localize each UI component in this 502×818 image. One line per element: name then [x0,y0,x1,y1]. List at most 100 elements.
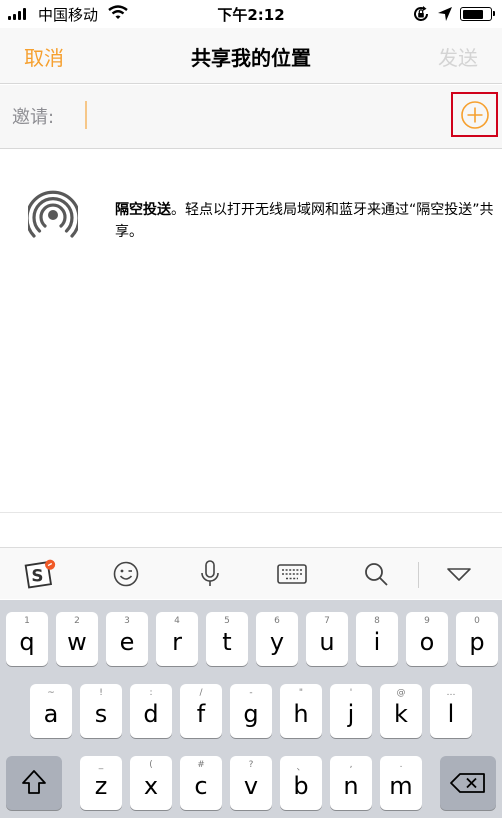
battery-icon [460,7,495,21]
key-l[interactable]: … l [430,684,472,738]
key-t[interactable]: 5t [206,612,248,666]
key-label: m [389,772,413,800]
key-secondary-label: 0 [474,616,480,626]
key-f[interactable]: / f [180,684,222,738]
key-label: w [67,628,87,656]
key-z[interactable]: _ z [80,756,122,810]
key-e[interactable]: 3e [106,612,148,666]
key-h[interactable]: " h [280,684,322,738]
key-secondary-label: 9 [424,616,430,626]
svg-text:S: S [31,566,43,586]
key-j[interactable]: ' j [330,684,372,738]
key-b[interactable]: 、 b [280,756,322,810]
key-secondary-label: ( [149,760,153,770]
key-label: b [293,772,309,800]
keyboard-switch-button[interactable] [276,558,308,590]
key-label: a [43,700,59,728]
key-x[interactable]: (x [130,756,172,810]
key-label: l [447,700,455,728]
voice-input-button[interactable] [194,558,226,590]
key-label: j [347,700,355,728]
chevron-down-icon [447,568,471,581]
text-cursor [85,101,87,129]
key-m[interactable]: .m [380,756,422,810]
key-secondary-label: 3 [124,616,130,626]
delete-key[interactable] [440,756,496,810]
send-button[interactable]: 发送 [438,42,478,71]
key-q[interactable]: 1q [6,612,48,666]
key-label: z [94,772,108,800]
key-label: v [243,772,259,800]
key-label: c [194,772,208,800]
keyboard-toolbar: S [0,547,502,599]
key-secondary-label: … [446,688,456,698]
airdrop-description[interactable]: 隔空投送。轻点以打开无线局域网和蓝牙来通过“隔空投送”共享。 [115,199,495,243]
keyboard-icon [277,564,307,584]
key-label: r [172,628,182,656]
key-u[interactable]: 7u [306,612,348,666]
navigation-bar: 取消 共享我的位置 发送 [0,28,502,84]
key-d[interactable]: :d [130,684,172,738]
sogou-logo-icon: S [24,559,56,589]
key-n[interactable]: ,n [330,756,372,810]
key-label: p [469,628,485,656]
search-button[interactable] [360,558,392,590]
microphone-icon [201,560,219,586]
key-secondary-label: 7 [324,616,330,626]
key-secondary-label: ! [99,688,103,698]
key-g[interactable]: -g [230,684,272,738]
key-label: n [343,772,359,800]
status-bar: 中国移动 下午2:12 [0,0,502,28]
key-secondary-label: / [199,688,203,698]
hide-keyboard-button[interactable] [443,558,475,590]
key-w[interactable]: 2w [56,612,98,666]
key-label: u [319,628,335,656]
sogou-logo-button[interactable]: S [24,558,56,590]
key-c[interactable]: # c [180,756,222,810]
key-label: t [222,628,232,656]
key-label: i [373,628,381,656]
key-secondary-label: : [149,688,153,698]
key-secondary-label: 5 [224,616,230,626]
key-a[interactable]: ~ a [30,684,72,738]
key-secondary-label: . [399,760,403,770]
key-label: q [19,628,35,656]
key-secondary-label: 8 [374,616,380,626]
key-label: k [394,700,408,728]
airdrop-body: 。轻点以打开无线局域网和蓝牙来通过“隔空投送”共享。 [115,202,494,240]
location-arrow-icon [438,7,452,21]
key-label: d [143,700,159,728]
key-v[interactable]: ? v [230,756,272,810]
shift-key[interactable] [6,756,62,810]
key-secondary-label: 2 [74,616,80,626]
key-secondary-label: ~ [47,688,55,698]
delete-icon [450,773,485,793]
key-i[interactable]: 8i [356,612,398,666]
toolbar-divider [418,562,419,588]
key-y[interactable]: 6y [256,612,298,666]
shift-icon [22,770,46,794]
key-k[interactable]: @ k [380,684,422,738]
key-p[interactable]: 0p [456,612,498,666]
orientation-lock-icon [414,6,428,21]
key-s[interactable]: ! s [80,684,122,738]
key-label: o [419,628,435,656]
key-secondary-label: " [298,688,304,698]
key-o[interactable]: 9o [406,612,448,666]
invite-input[interactable] [84,99,434,131]
emoji-button[interactable] [110,558,142,590]
key-label: x [143,772,159,800]
emoji-icon [113,561,139,587]
key-r[interactable]: 4r [156,612,198,666]
search-icon [365,563,388,586]
airdrop-icon [28,190,78,238]
add-contact-button[interactable] [451,92,498,137]
airdrop-title: 隔空投送 [115,202,171,218]
key-secondary-label: _ [98,760,104,770]
key-secondary-label: 4 [174,616,180,626]
invite-row: 邀请: [0,85,502,149]
key-secondary-label: ? [248,760,254,770]
page-title: 共享我的位置 [191,46,311,70]
invite-label: 邀请: [12,107,55,128]
plus-circle-icon [460,100,489,129]
